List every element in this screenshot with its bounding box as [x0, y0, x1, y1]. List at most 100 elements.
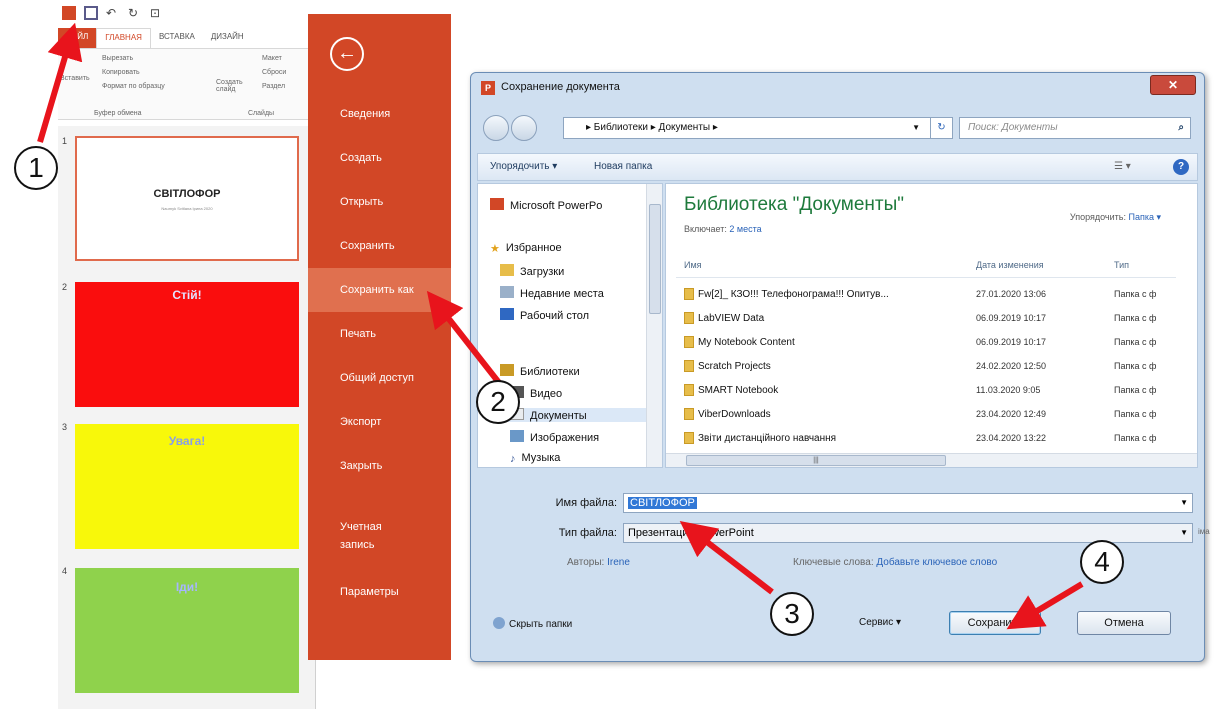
- column-date[interactable]: Дата изменения: [976, 260, 1044, 270]
- navigation-pane: Microsoft PowerPo ★ Избранное Загрузки Не…: [477, 183, 663, 468]
- includes-link[interactable]: 2 места: [729, 224, 761, 234]
- filename-input[interactable]: СВІТЛОФОР ▼: [623, 493, 1193, 513]
- nav-scrollbar[interactable]: [646, 184, 662, 467]
- nav-item-recent[interactable]: Недавние места: [500, 286, 604, 300]
- undo-icon[interactable]: ↶: [106, 6, 120, 20]
- column-type[interactable]: Тип: [1114, 260, 1129, 270]
- redo-icon[interactable]: ↻: [128, 6, 142, 20]
- quick-access-toolbar: ↶ ↻ ⊡: [62, 6, 164, 20]
- back-icon[interactable]: [483, 115, 509, 141]
- slide-thumbnail-2[interactable]: Стій!: [75, 282, 299, 407]
- step-marker-1: 1: [14, 146, 58, 190]
- slide-thumbnail-1[interactable]: СВІТЛОФОР Naumyk Svitlana Ірина 2020: [75, 136, 299, 261]
- chevron-down-icon[interactable]: ▼: [1180, 494, 1188, 512]
- arrange-value[interactable]: Папка ▾: [1128, 212, 1161, 222]
- menu-item-open[interactable]: Открыть: [308, 180, 451, 224]
- nav-item-music[interactable]: ♪ Музыка: [510, 452, 560, 465]
- nav-item-libraries[interactable]: Библиотеки: [500, 364, 580, 378]
- powerpoint-window: ↶ ↻ ⊡ ФАЙЛ ГЛАВНАЯ ВСТАВКА ДИЗАЙН Встави…: [0, 0, 330, 709]
- folder-icon: [684, 432, 694, 444]
- reset-button[interactable]: Сброси: [262, 69, 286, 76]
- clipboard-group-label: Буфер обмена: [94, 110, 142, 117]
- menu-item-save-as[interactable]: Сохранить как: [308, 268, 451, 312]
- slide-title: Увага!: [168, 434, 206, 448]
- save-icon[interactable]: [84, 6, 98, 20]
- file-row[interactable]: ViberDownloads 23.04.2020 12:49 Папка с ф: [676, 404, 1176, 426]
- organize-button[interactable]: Упорядочить ▾: [490, 161, 557, 172]
- menu-item-export[interactable]: Экспорт: [308, 400, 451, 444]
- service-button[interactable]: Сервис ▾: [859, 617, 901, 628]
- chevron-down-icon[interactable]: ▼: [1180, 524, 1188, 542]
- menu-item-new[interactable]: Создать: [308, 136, 451, 180]
- nav-item-powerpoint[interactable]: Microsoft PowerPo: [490, 198, 602, 212]
- nav-item-downloads[interactable]: Загрузки: [500, 264, 564, 278]
- step-marker-3: 3: [770, 592, 814, 636]
- powerpoint-icon: [490, 198, 504, 210]
- horizontal-scrollbar[interactable]: |||: [666, 453, 1197, 467]
- slide-title: СВІТЛОФОР: [153, 188, 221, 200]
- file-list-pane: Библиотека "Документы" Включает: 2 места…: [665, 183, 1198, 468]
- search-input[interactable]: Поиск: Документы ⌕: [959, 117, 1191, 139]
- folder-icon: [684, 288, 694, 300]
- tab-file[interactable]: ФАЙЛ: [58, 28, 97, 48]
- scroll-thumb[interactable]: |||: [686, 455, 946, 466]
- authors-value[interactable]: Irene: [607, 557, 630, 568]
- cut-button[interactable]: Вырезать: [102, 55, 133, 62]
- close-button[interactable]: ✕: [1150, 75, 1196, 95]
- slide-thumbnail-3[interactable]: Увага!: [75, 424, 299, 549]
- file-row[interactable]: My Notebook Content 06.09.2019 10:17 Папка…: [676, 332, 1176, 354]
- tab-design[interactable]: ДИЗАЙН: [203, 28, 252, 48]
- powerpoint-icon: P: [481, 81, 495, 95]
- chevron-down-icon[interactable]: ▼: [912, 118, 920, 138]
- refresh-icon[interactable]: ↻: [930, 118, 952, 138]
- hide-folders-button[interactable]: Скрыть папки: [493, 617, 572, 630]
- images-icon: [510, 430, 524, 442]
- start-slideshow-icon[interactable]: ⊡: [150, 6, 164, 20]
- new-slide-button[interactable]: Создать слайд: [216, 79, 250, 93]
- new-folder-button[interactable]: Новая папка: [594, 161, 652, 172]
- file-row[interactable]: LabVIEW Data 06.09.2019 10:17 Папка с ф: [676, 308, 1176, 330]
- menu-item-save[interactable]: Сохранить: [308, 224, 451, 268]
- filename-label: Имя файла:: [555, 497, 617, 509]
- file-row[interactable]: Звіти дистанційного навчання 23.04.2020 1…: [676, 428, 1176, 450]
- nav-item-favorites[interactable]: ★ Избранное: [490, 242, 562, 255]
- column-name[interactable]: Имя: [684, 260, 702, 270]
- copy-button[interactable]: Копировать: [102, 69, 140, 76]
- menu-item-info[interactable]: Сведения: [308, 92, 451, 136]
- nav-item-images[interactable]: Изображения: [510, 430, 599, 444]
- scroll-thumb[interactable]: [649, 204, 661, 314]
- cancel-button[interactable]: Отмена: [1077, 611, 1171, 635]
- forward-icon[interactable]: [511, 115, 537, 141]
- folder-icon: [684, 312, 694, 324]
- step-marker-4: 4: [1080, 540, 1124, 584]
- address-bar[interactable]: ▸ Библиотеки ▸ Документы ▸ ▼ ↻: [563, 117, 953, 139]
- format-painter-button[interactable]: Формат по образцу: [102, 83, 165, 90]
- tab-insert[interactable]: ВСТАВКА: [151, 28, 203, 48]
- paste-button[interactable]: Вставить: [60, 75, 90, 82]
- tab-home[interactable]: ГЛАВНАЯ: [96, 28, 151, 48]
- view-options-icon[interactable]: ☰ ▾: [1114, 161, 1131, 172]
- arrange-by[interactable]: Упорядочить: Папка ▾: [1070, 212, 1161, 223]
- slide-thumbnail-4[interactable]: Іди!: [75, 568, 299, 693]
- search-icon[interactable]: ⌕: [1178, 118, 1184, 138]
- slide-title: Іди!: [175, 580, 199, 594]
- file-row[interactable]: SMART Notebook 11.03.2020 9:05 Папка с ф: [676, 380, 1176, 402]
- nav-item-desktop[interactable]: Рабочий стол: [500, 308, 589, 322]
- menu-item-options[interactable]: Параметры: [308, 570, 451, 614]
- slides-group-label: Слайды: [248, 110, 275, 117]
- file-row[interactable]: Scratch Projects 24.02.2020 12:50 Папка с …: [676, 356, 1176, 378]
- section-button[interactable]: Раздел: [262, 83, 285, 90]
- back-arrow-icon[interactable]: ←: [330, 37, 364, 71]
- help-icon[interactable]: ?: [1173, 159, 1189, 175]
- menu-item-share[interactable]: Общий доступ: [308, 356, 451, 400]
- folder-icon: [684, 360, 694, 372]
- menu-item-close[interactable]: Закрыть: [308, 444, 451, 488]
- menu-item-account[interactable]: Учетная запись: [308, 514, 418, 558]
- keywords-value[interactable]: Добавьте ключевое слово: [876, 557, 997, 568]
- filetype-label: Тип файла:: [558, 527, 617, 539]
- layout-button[interactable]: Макет: [262, 55, 282, 62]
- slide-number: 2: [62, 282, 68, 292]
- menu-item-print[interactable]: Печать: [308, 312, 451, 356]
- file-row[interactable]: Fw[2]_ КЗО!!! Телефонограма!!! Опитув...…: [676, 284, 1176, 306]
- save-button[interactable]: Сохранить: [949, 611, 1041, 635]
